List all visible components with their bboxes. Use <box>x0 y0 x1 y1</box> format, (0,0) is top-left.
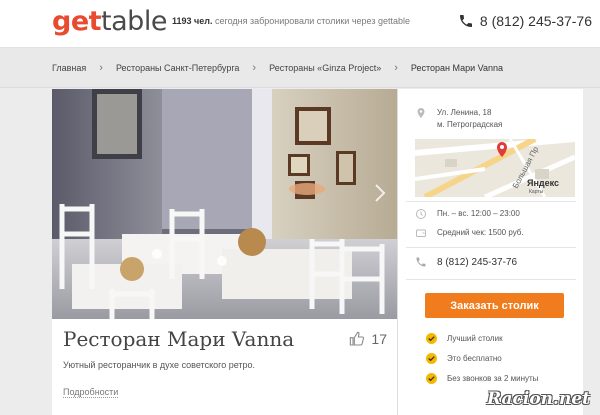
phone-icon <box>459 15 472 27</box>
wallet-icon <box>416 229 426 237</box>
benefit-item: Лучший столик <box>426 333 538 344</box>
benefit-item: Это бесплатно <box>426 353 538 364</box>
opening-hours: Пн. – вс. 12:00 – 23:00 <box>437 209 520 218</box>
map-pin-icon <box>417 108 425 118</box>
divider <box>406 247 576 248</box>
check-icon <box>426 353 437 364</box>
like-count: 17 <box>371 331 387 347</box>
breadcrumb-ginza-project[interactable]: Рестораны «Ginza Project» <box>269 63 381 73</box>
restaurant-description: Уютный ресторанчик в духе советского рет… <box>63 360 256 370</box>
header-phone[interactable]: 8 (812) 245-37-76 <box>458 10 592 32</box>
map-brand-sub: Карты <box>529 189 544 195</box>
breadcrumb-home[interactable]: Главная <box>52 63 86 73</box>
address-row: Ул. Ленина, 18 м. Петроградская <box>415 107 502 131</box>
location-map[interactable]: Большая Пр Яндекс Карты <box>415 139 575 197</box>
divider <box>406 279 576 280</box>
like-icon <box>350 331 365 346</box>
benefits-list: Лучший столик Это бесплатно Без звонков … <box>426 333 538 393</box>
restaurant-interior-image <box>52 89 397 319</box>
hours-row: Пн. – вс. 12:00 – 23:00 <box>415 208 520 220</box>
chevron-right-icon: › <box>252 61 257 74</box>
book-table-button[interactable]: Заказать столик <box>425 293 564 318</box>
sidebar-phone-number: 8 (812) 245-37-76 <box>437 256 518 268</box>
logo[interactable]: gettable <box>52 5 167 39</box>
check-icon <box>426 373 437 384</box>
breadcrumb-restaurants-spb[interactable]: Рестораны Санкт-Петербурга <box>116 63 239 73</box>
like-button[interactable]: 17 <box>349 331 387 347</box>
benefit-item: Без звонков за 2 минуты <box>426 373 538 384</box>
header-phone-number: 8 (812) 245-37-76 <box>479 13 592 29</box>
tagline-count: 1193 чел. <box>172 16 213 26</box>
breadcrumb-current: Ресторан Мари Vanna <box>410 62 504 73</box>
sidebar-phone[interactable]: 8 (812) 245-37-76 <box>415 256 517 268</box>
divider <box>406 201 576 202</box>
details-link[interactable]: Подробности <box>63 387 119 398</box>
site-header: gettable 1193 чел. сегодня забронировали… <box>0 0 600 48</box>
booking-sidebar: Ул. Ленина, 18 м. Петроградская Большая П… <box>397 89 583 415</box>
watermark: Racion.net <box>487 389 590 409</box>
restaurant-name: Ресторан Мари Vanna <box>63 327 295 351</box>
phone-icon <box>416 257 426 267</box>
map-brand-label: Яндекс <box>527 178 559 188</box>
chevron-right-icon: › <box>99 61 103 74</box>
tagline-text: сегодня забронировали столики через gett… <box>215 16 410 26</box>
average-check: Средний чек: 1500 руб. <box>437 228 524 237</box>
address-street: Ул. Ленина, 18 <box>437 108 492 117</box>
clock-icon <box>416 209 426 219</box>
avg-check-row: Средний чек: 1500 руб. <box>415 227 524 239</box>
chevron-right-icon: › <box>394 61 398 74</box>
restaurant-info: Ресторан Мари Vanna 17 Уютный ресторанчи… <box>52 319 397 415</box>
breadcrumb: Главная › Рестораны Санкт-Петербурга › Р… <box>0 48 600 88</box>
address-metro: м. Петроградская <box>437 120 503 129</box>
restaurant-photo[interactable] <box>52 89 397 319</box>
check-icon <box>426 333 437 344</box>
map-image: Большая Пр Яндекс Карты <box>415 139 575 197</box>
tagline: 1193 чел. сегодня забронировали столики … <box>172 16 410 26</box>
